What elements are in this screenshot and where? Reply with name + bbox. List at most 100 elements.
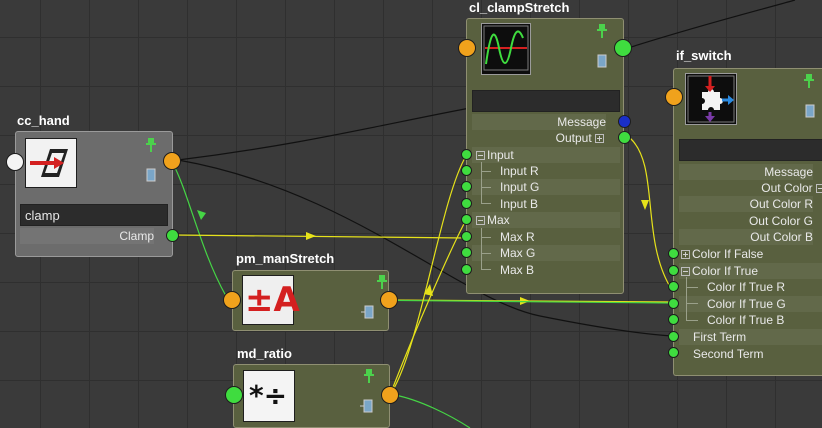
expand-output-toggle[interactable] <box>595 134 604 143</box>
collapse-input-toggle[interactable] <box>476 151 485 160</box>
attr-max-r: Max R <box>500 230 535 244</box>
attr-label: Max <box>487 213 510 227</box>
attr-color-if-false: Color If False <box>679 246 822 262</box>
node-editor-canvas[interactable]: cc_hand clamp Clamp pm_manStretch ±A md_… <box>0 0 822 428</box>
output-port-clamp[interactable] <box>166 229 179 242</box>
collapse-max-toggle[interactable] <box>476 216 485 225</box>
collapse-color-if-true-toggle[interactable] <box>681 267 690 276</box>
port-color-if-true-g[interactable] <box>668 298 679 309</box>
port-max[interactable] <box>461 214 472 225</box>
output-port-cc-hand[interactable] <box>163 152 181 170</box>
port-second-term[interactable] <box>668 347 679 358</box>
input-port-cc-hand[interactable] <box>6 153 24 171</box>
port-input-g[interactable] <box>461 181 472 192</box>
node-title-cl-clamp-stretch: cl_clampStretch <box>469 0 570 15</box>
port-max-g[interactable] <box>461 247 472 258</box>
wire-clamp-to-max-r <box>171 234 467 239</box>
node-pm-man-stretch[interactable]: ±A <box>232 270 389 331</box>
icon-text: *÷ <box>249 379 288 412</box>
pin-icon[interactable] <box>364 369 374 383</box>
node-cl-clamp-stretch[interactable]: Message Output Input Input R Input G Inp… <box>466 18 624 294</box>
node-md-ratio[interactable]: *÷ <box>233 364 390 428</box>
tree-line <box>686 287 698 288</box>
port-max-b[interactable] <box>461 264 472 275</box>
tree-line <box>481 237 491 238</box>
output-label: Output <box>472 130 606 146</box>
wire-arrow <box>197 210 206 220</box>
tree-line <box>481 162 482 203</box>
output-port-cl-clamp-stretch[interactable] <box>614 39 632 57</box>
message-label: Message <box>472 114 606 130</box>
tree-line <box>481 171 491 172</box>
wire-arrow <box>424 284 433 296</box>
clamp-icon <box>25 138 77 188</box>
output-label-clamp: Clamp <box>20 228 154 244</box>
tree-line <box>481 269 491 270</box>
port-color-if-false[interactable] <box>668 248 679 259</box>
tree-line <box>686 303 698 304</box>
collapse-out-color-toggle[interactable] <box>816 184 822 193</box>
tree-line <box>686 277 687 320</box>
attr-max: Max <box>472 212 620 228</box>
wire-arrow <box>641 200 649 210</box>
output-port-pm-man-stretch[interactable] <box>380 291 398 309</box>
input-port-pm-man-stretch[interactable] <box>223 291 241 309</box>
plus-minus-average-icon: ±A <box>242 275 300 325</box>
port-first-term[interactable] <box>668 331 679 342</box>
tree-line <box>481 203 491 204</box>
attr-color-if-true-b: Color If True B <box>707 313 785 327</box>
icon-text: ±A <box>245 280 300 320</box>
wire-pm-to-if-switch <box>389 299 673 303</box>
message-port[interactable] <box>618 115 631 128</box>
port-color-if-true[interactable] <box>668 265 679 276</box>
out-color-text: Out Color <box>761 181 813 195</box>
port-color-if-true-b[interactable] <box>668 314 679 325</box>
input-port-cl-clamp-stretch[interactable] <box>458 39 476 57</box>
port-color-if-true-r[interactable] <box>668 281 679 292</box>
port-input-r[interactable] <box>461 165 472 176</box>
input-port-md-ratio[interactable] <box>225 386 243 404</box>
node-title-md-ratio: md_ratio <box>237 346 292 361</box>
port-input[interactable] <box>461 149 472 160</box>
node-cc-hand[interactable]: clamp Clamp <box>15 131 173 257</box>
template-icon[interactable] <box>802 104 816 118</box>
wire-top-right <box>627 0 796 49</box>
wire-cc-hand-to-pm-man-stretch <box>171 161 227 297</box>
condition-icon <box>685 73 737 125</box>
node-title-pm-man-stretch: pm_manStretch <box>236 251 335 266</box>
tree-line <box>481 228 482 269</box>
attr-label: Input <box>487 148 514 162</box>
attr-label: Color If False <box>692 247 764 261</box>
name-field[interactable]: clamp <box>20 204 168 226</box>
template-icon[interactable] <box>361 305 375 319</box>
input-port-if-switch[interactable] <box>665 88 683 106</box>
out-color-r: Out Color R <box>679 196 813 212</box>
pin-icon[interactable] <box>146 138 156 152</box>
expand-color-if-false-toggle[interactable] <box>681 250 690 259</box>
template-icon[interactable] <box>597 54 607 68</box>
node-title-cc-hand: cc_hand <box>17 113 70 128</box>
template-icon[interactable] <box>360 399 374 413</box>
node-if-switch[interactable]: Message Out Color Out Color R Out Color … <box>673 68 822 376</box>
name-field[interactable] <box>472 90 620 112</box>
pin-icon[interactable] <box>377 275 387 289</box>
wire-md-ratio-down <box>394 394 471 428</box>
wire-arrow <box>520 297 530 305</box>
wire-md-ratio-to-max <box>389 219 467 396</box>
output-port[interactable] <box>618 131 631 144</box>
attr-input-g: Input G <box>472 179 620 195</box>
port-max-r[interactable] <box>461 231 472 242</box>
out-color-label: Out Color <box>679 180 822 196</box>
wire-md-ratio-to-input <box>389 155 467 396</box>
pin-icon[interactable] <box>597 24 607 38</box>
output-port-md-ratio[interactable] <box>381 386 399 404</box>
pin-icon[interactable] <box>804 74 814 88</box>
name-field[interactable] <box>679 139 822 161</box>
attr-input-b: Input B <box>500 197 539 211</box>
port-input-b[interactable] <box>461 198 472 209</box>
template-icon[interactable] <box>146 168 156 182</box>
attr-label: Color If True <box>692 264 759 278</box>
clamp-curve-icon <box>481 23 531 75</box>
attr-input-r: Input R <box>500 164 539 178</box>
attr-first-term: First Term <box>679 329 822 345</box>
